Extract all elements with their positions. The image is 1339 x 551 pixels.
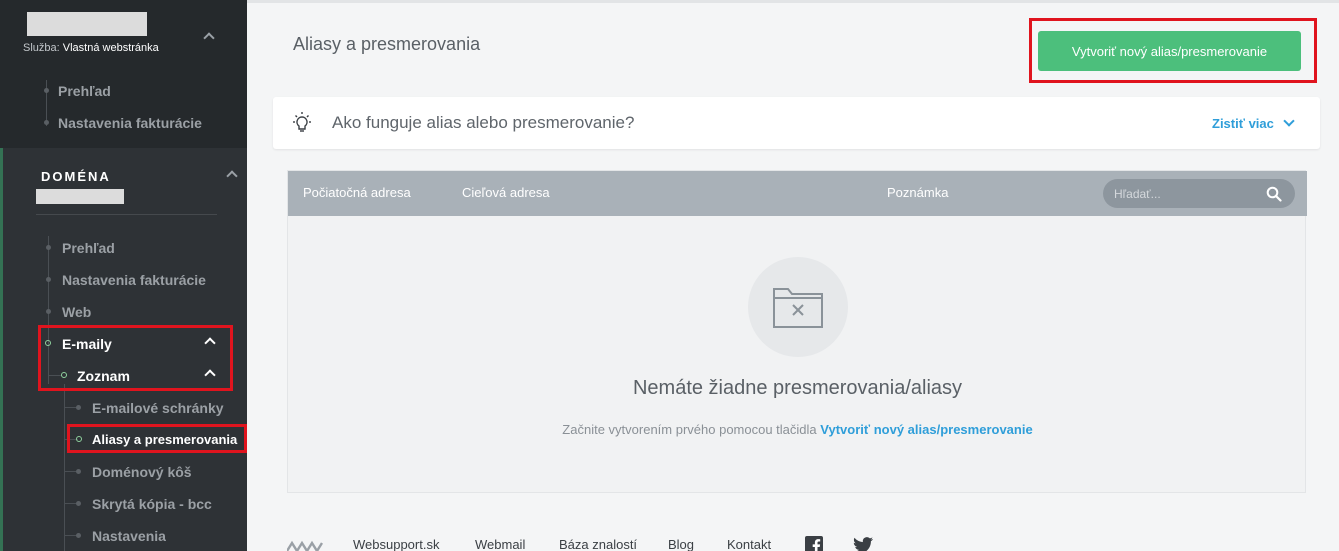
info-panel[interactable]: Ako funguje alias alebo presmerovanie? Z…: [273, 97, 1320, 149]
chevron-up-icon[interactable]: [226, 170, 238, 182]
sidebar-item-bcc[interactable]: Skrytá kópia - bcc: [92, 496, 212, 512]
service-value: Vlastná webstránka: [62, 42, 159, 54]
column-note[interactable]: Poznámka: [887, 185, 948, 200]
websupport-logo-icon: [287, 540, 323, 551]
lightbulb-icon: [293, 112, 311, 132]
search-icon[interactable]: [1266, 186, 1282, 202]
column-target[interactable]: Cieľová adresa: [462, 185, 550, 200]
sidebar-item-domain-overview[interactable]: Prehľad: [62, 240, 115, 256]
domain-title: DOMÉNA: [41, 169, 111, 184]
sidebar-item-billing[interactable]: Nastavenia fakturácie: [58, 115, 202, 131]
column-source[interactable]: Počiatočná adresa: [303, 185, 411, 200]
sidebar-item-domain-trash[interactable]: Doménový kôš: [92, 464, 192, 480]
table-header: Počiatočná adresa Cieľová adresa Poznámk…: [288, 171, 1307, 216]
sidebar-item-domain-billing[interactable]: Nastavenia fakturácie: [62, 272, 206, 288]
highlight-box: [38, 325, 233, 391]
footer-link-websupport[interactable]: Websupport.sk: [353, 537, 439, 551]
footer-link-blog[interactable]: Blog: [668, 537, 694, 551]
footer-link-webmail[interactable]: Webmail: [475, 537, 525, 551]
highlight-box: [67, 424, 247, 453]
empty-folder-icon: [773, 288, 823, 328]
learn-more-link[interactable]: Zistiť viac: [1212, 115, 1295, 131]
empty-state-illustration: [748, 257, 848, 357]
info-question: Ako funguje alias alebo presmerovanie?: [332, 113, 635, 132]
footer-link-contact[interactable]: Kontakt: [727, 537, 771, 551]
chevron-up-icon[interactable]: [203, 32, 215, 44]
sidebar-item-mailboxes[interactable]: E-mailové schránky: [92, 400, 224, 416]
twitter-icon[interactable]: [853, 537, 873, 551]
footer: Websupport.sk Webmail Báza znalostí Blog…: [287, 535, 987, 551]
sidebar: Služba: Vlastná webstránka Prehľad Nasta…: [0, 0, 247, 551]
chevron-down-icon: [1283, 115, 1295, 127]
domain-name-redacted: [36, 189, 124, 204]
page-title: Aliasy a presmerovania: [293, 34, 481, 54]
sidebar-item-web[interactable]: Web: [62, 304, 91, 320]
create-alias-button[interactable]: Vytvoriť nový alias/presmerovanie: [1038, 31, 1301, 71]
sidebar-item-settings[interactable]: Nastavenia: [92, 528, 166, 544]
service-info: Služba: Vlastná webstránka: [23, 42, 159, 54]
create-alias-link[interactable]: Vytvoriť nový alias/presmerovanie: [820, 422, 1032, 437]
account-name-redacted: [27, 12, 147, 36]
empty-state-title: Nemáte žiadne presmerovania/aliasy: [632, 377, 963, 399]
empty-state-subtitle: Začnite vytvorením prvého pomocou tlačid…: [288, 422, 1307, 437]
account-section: Služba: Vlastná webstránka Prehľad Nasta…: [0, 0, 247, 143]
sidebar-item-overview[interactable]: Prehľad: [58, 83, 111, 99]
footer-link-knowledge-base[interactable]: Báza znalostí: [559, 537, 637, 551]
aliases-table: Počiatočná adresa Cieľová adresa Poznámk…: [287, 170, 1307, 493]
empty-state-text: Začnite vytvorením prvého pomocou tlačid…: [562, 422, 817, 437]
facebook-icon[interactable]: [805, 536, 823, 551]
learn-more-label: Zistiť viac: [1212, 116, 1274, 131]
service-label: Služba:: [23, 42, 60, 54]
